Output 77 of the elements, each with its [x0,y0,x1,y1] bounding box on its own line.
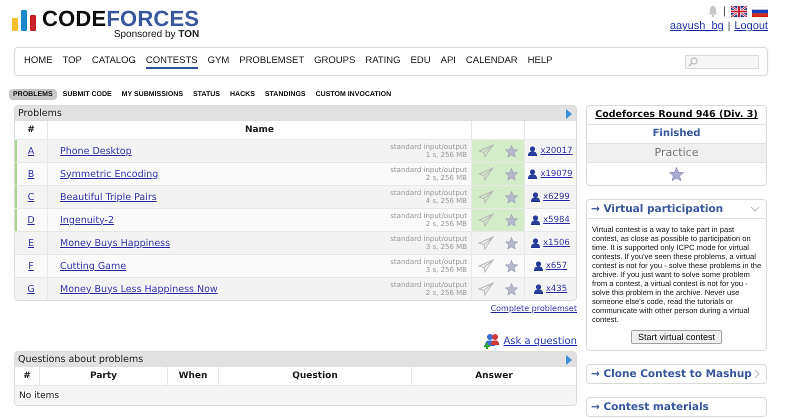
submit-icon[interactable] [478,282,494,296]
ask-question-link[interactable]: Ask a question [503,336,577,346]
logo-icon [12,9,38,31]
menu-item[interactable]: EDU [410,54,431,68]
star-icon[interactable] [505,236,518,250]
solved-count-link[interactable]: x435 [546,284,568,294]
menu-item[interactable]: API [440,54,456,68]
problem-index-link[interactable]: C [28,192,34,202]
submit-icon[interactable] [478,259,494,273]
problem-name-link[interactable]: Cutting Game [60,260,126,272]
problem-name-link[interactable]: Beautiful Triple Pairs [60,192,157,202]
menu-item[interactable]: CALENDAR [466,54,518,68]
submit-icon[interactable] [478,167,494,181]
separator: | [728,20,730,32]
expand-icon [566,354,572,364]
contest-phase: Practice [587,144,766,163]
problem-index-link[interactable]: D [27,214,35,226]
star-icon[interactable] [505,168,518,180]
panel-title[interactable]: → Clone Contest to Mashup [591,368,752,380]
submit-icon[interactable] [478,213,494,227]
panel-title[interactable]: → Virtual participation [591,203,724,215]
empty-message: No items [15,386,576,405]
submit-icon[interactable] [478,236,494,250]
search-field[interactable] [685,54,759,68]
bell-icon [708,5,718,17]
sponsor-text: Sponsored by TON [114,29,200,40]
user-icon [531,192,540,202]
menu-item[interactable]: CATALOG [92,54,136,68]
menu-item[interactable]: TOP [62,54,82,68]
user-link[interactable]: Logout [734,20,768,32]
star-icon[interactable] [505,260,518,272]
menu-item[interactable]: CONTESTS [146,54,198,68]
user-icon [531,215,540,225]
problem-name-link[interactable]: Symmetric Encoding [60,168,158,180]
solved-count-link[interactable]: x657 [546,261,568,271]
user-icon [534,284,543,294]
user-link[interactable]: aayush_bg [670,20,724,32]
star-icon[interactable] [505,144,518,158]
expand-icon [566,108,572,118]
menu-item[interactable]: PROBLEMSET [239,54,304,68]
panel-title: Questions about problems [18,354,144,365]
problem-index-link[interactable]: F [28,260,34,272]
menu-item[interactable]: GYM [208,54,230,68]
panel-title[interactable]: → Contest materials [591,401,709,413]
menu-item[interactable]: HELP [528,54,552,68]
problem-index-link[interactable]: E [28,238,34,248]
star-icon [669,167,684,181]
problem-index-link[interactable]: B [28,168,34,180]
user-icon [531,238,540,248]
column-header: Answer [412,367,576,386]
menu-item[interactable]: RATING [365,54,401,68]
panel-title: Problems [18,108,62,119]
user-icon [534,261,543,271]
search-icon [688,56,698,66]
menu-item[interactable]: HOME [24,54,52,68]
user-icon [528,169,538,179]
problem-name-link[interactable]: Ingenuity-2 [60,214,114,226]
logo-wordmark[interactable]: CODEFORCES [42,9,200,29]
submit-icon[interactable] [478,144,494,158]
user-icon [528,146,538,156]
complete-problemset-link[interactable]: Complete problemset [490,304,577,313]
contest-name-link[interactable]: Codeforces Round 946 (Div. 3) [587,106,766,125]
start-virtual-contest-button[interactable]: Start virtual contest [630,330,722,344]
problem-index-link[interactable]: A [28,146,34,156]
menu-item[interactable]: GROUPS [314,54,356,68]
problem-name-link[interactable]: Money Buys Less Happiness Now [60,284,218,294]
star-icon[interactable] [505,214,518,226]
star-icon[interactable] [505,282,518,296]
submit-icon[interactable] [478,190,494,204]
problem-name-link[interactable]: Money Buys Happiness [60,238,170,248]
star-icon[interactable] [505,190,518,204]
uk-flag-icon [731,6,747,16]
russian-flag-icon [752,6,768,16]
people-icon [484,333,500,349]
separator: | [722,6,726,16]
problem-index-link[interactable]: G [27,284,35,294]
problem-name-link[interactable]: Phone Desktop [60,146,132,156]
